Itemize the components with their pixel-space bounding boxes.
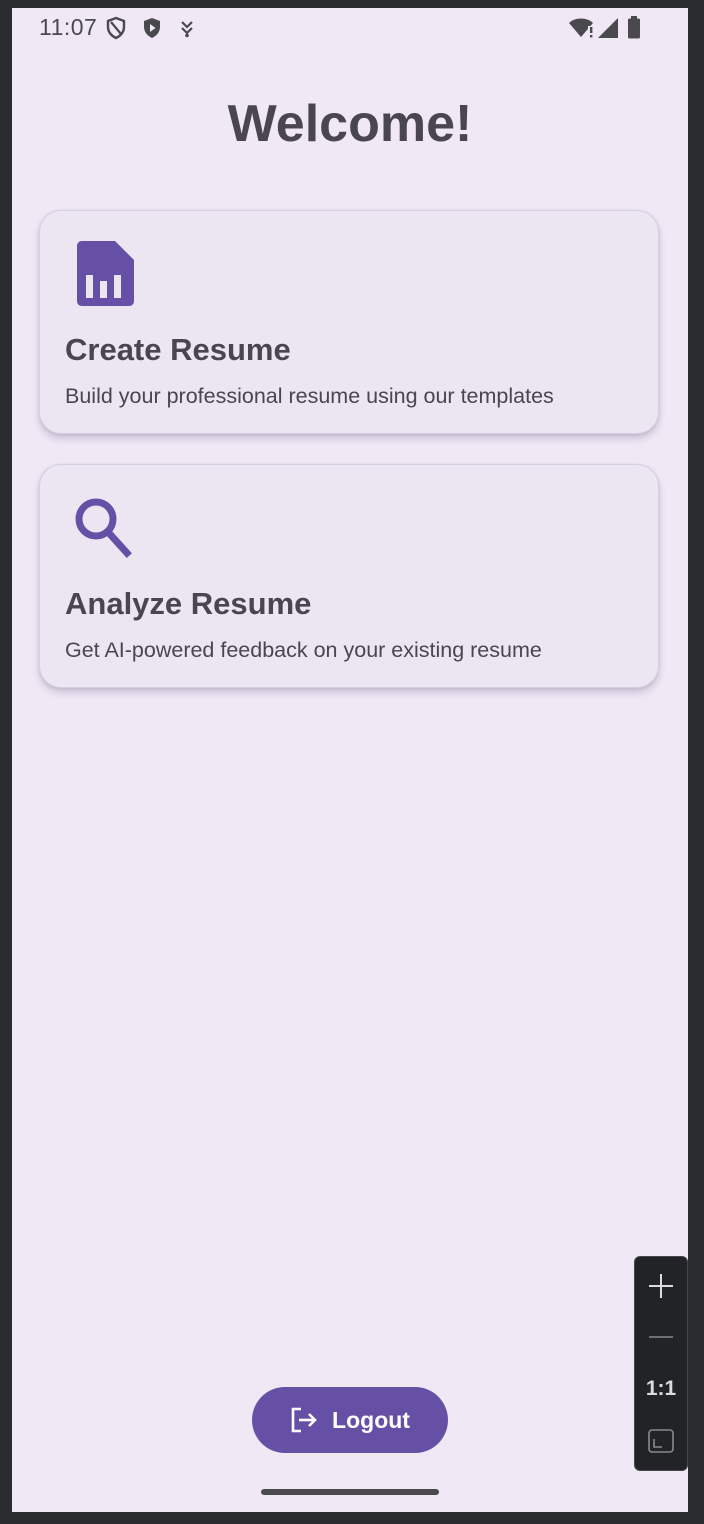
shield-outline-icon xyxy=(106,16,126,40)
zoom-ratio-label: 1:1 xyxy=(645,1377,677,1400)
shield-play-icon xyxy=(144,18,160,38)
status-time: 11:07 xyxy=(39,14,98,40)
logout-button[interactable]: Logout xyxy=(252,1387,448,1453)
card-description: Get AI-powered feedback on your existing… xyxy=(65,638,542,662)
signal-icon xyxy=(598,18,618,38)
zoom-ratio-button[interactable]: 1:1 xyxy=(635,1364,687,1414)
page-title: Welcome! xyxy=(227,95,473,153)
card-title: Create Resume xyxy=(65,332,291,367)
zoom-in-button[interactable] xyxy=(635,1261,687,1311)
logout-label: Logout xyxy=(332,1406,410,1433)
wifi-alert-icon xyxy=(569,18,593,38)
zoom-controls: 1:1 xyxy=(634,1256,688,1471)
fit-screen-button[interactable] xyxy=(635,1416,687,1466)
create-resume-card[interactable]: Create Resume Build your professional re… xyxy=(39,210,659,434)
home-indicator[interactable] xyxy=(261,1489,439,1495)
document-chart-icon xyxy=(77,241,134,306)
card-title: Analyze Resume xyxy=(65,586,312,621)
plus-icon xyxy=(649,1274,673,1298)
battery-icon xyxy=(628,16,640,39)
minus-icon xyxy=(649,1336,673,1338)
card-description: Build your professional resume using our… xyxy=(65,384,554,408)
analyze-resume-card[interactable]: Analyze Resume Get AI-powered feedback o… xyxy=(39,464,659,688)
logout-icon xyxy=(291,1407,317,1433)
fit-screen-icon xyxy=(648,1429,674,1453)
status-bar: 11:07 xyxy=(12,8,688,48)
download-icon xyxy=(181,21,193,38)
zoom-out-button[interactable] xyxy=(635,1312,687,1362)
app-screen: 11:07 Welcome! Create Resume Build your … xyxy=(12,8,688,1512)
search-icon xyxy=(75,498,132,558)
